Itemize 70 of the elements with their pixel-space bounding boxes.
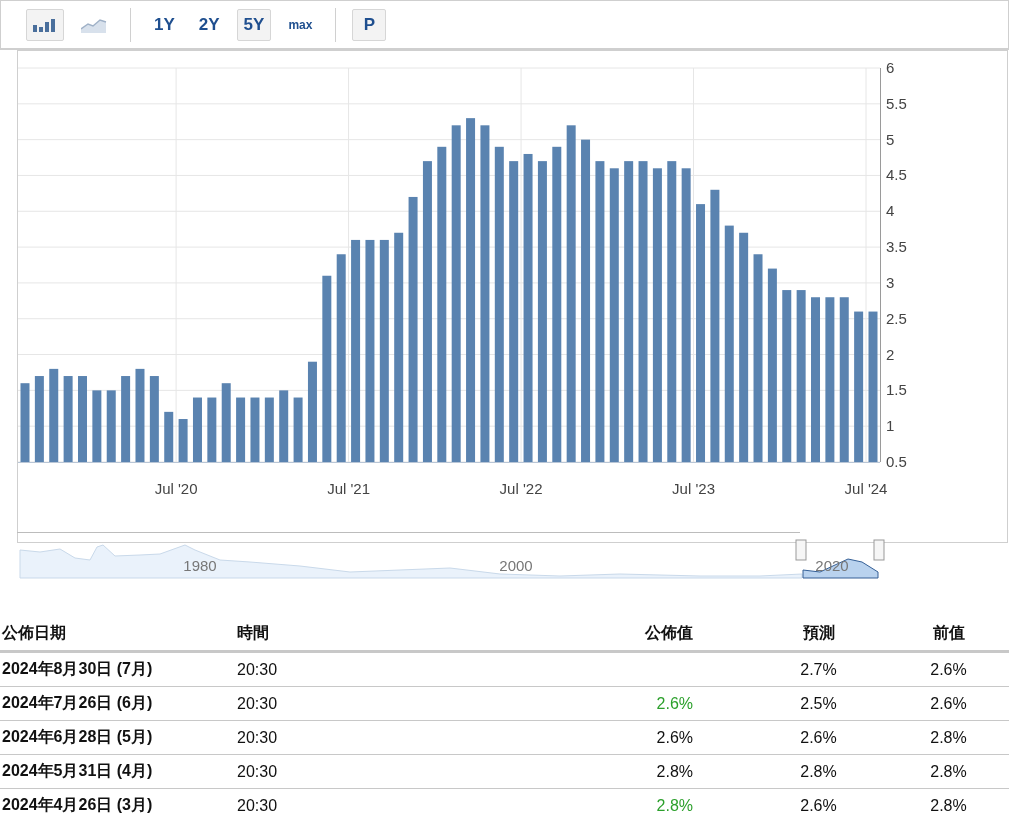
y-axis-label: 1 [886, 417, 895, 435]
chart-bar [279, 390, 289, 462]
chart-bar [250, 397, 260, 462]
chart-bar [207, 397, 217, 462]
chart-bar [264, 397, 274, 462]
navigator-year-label: 2020 [815, 557, 849, 574]
column-header: 公佈日期 [1, 623, 67, 643]
column-header: 前值 [931, 623, 966, 643]
chart-bar [92, 390, 102, 462]
chart-bar [236, 397, 246, 462]
time-cell-text: 20:30 [236, 762, 279, 781]
y-axis-label: 3 [886, 273, 895, 291]
column-header: 時間 [236, 623, 270, 643]
time-cell-text: 20:30 [236, 660, 279, 679]
time-cell-text: 20:30 [236, 694, 279, 713]
forecast-cell-text: 2.6% [799, 796, 838, 815]
y-axis-label: 2.5 [886, 309, 907, 327]
y-axis-label: 6 [886, 59, 895, 76]
date-cell-text: 2024年8月30日 (7月) [1, 659, 154, 679]
forecast-cell-text: 2.6% [799, 728, 838, 747]
navigator-handle[interactable] [873, 539, 885, 561]
previous-cell-text: 2.8% [929, 762, 968, 781]
x-axis-label: Jul '24 [844, 480, 888, 497]
x-axis-label: Jul '23 [672, 480, 715, 497]
y-axis-label: 0.5 [886, 453, 907, 470]
chart-bar [178, 419, 188, 462]
actual-cell-text: 2.8% [655, 796, 694, 815]
chart-bar [293, 397, 303, 462]
period-button[interactable]: 1Y [147, 8, 182, 41]
navigator-year-label: 1980 [183, 557, 217, 574]
y-axis-label: 3.5 [886, 238, 907, 256]
navigator-handle[interactable] [795, 539, 807, 561]
y-axis-label: 5 [886, 130, 895, 148]
y-axis-label: 5.5 [886, 94, 907, 112]
chart-bar [193, 397, 202, 462]
actual-cell-text: 2.6% [655, 694, 694, 713]
column-header: 預測 [801, 623, 836, 643]
navigator-year-label: 2000 [499, 557, 533, 574]
forecast-cell-text: 2.8% [799, 762, 838, 781]
time-cell-text: 20:30 [236, 796, 279, 815]
date-cell-text: 2024年5月31日 (4月) [1, 761, 154, 781]
date-cell-text: 2024年7月26日 (6月) [1, 693, 154, 713]
column-header: 公佈值 [644, 623, 694, 643]
x-axis-label: Jul '21 [327, 480, 370, 497]
y-axis-label: 1.5 [886, 381, 907, 399]
y-axis-label: 2 [886, 345, 895, 363]
x-axis-label: Jul '22 [499, 480, 543, 497]
previous-cell-text: 2.8% [929, 796, 968, 815]
area-chart-icon [81, 16, 107, 33]
date-cell-text: 2024年6月28日 (5月) [1, 727, 154, 747]
time-cell-text: 20:30 [236, 728, 279, 747]
forecast-cell-text: 2.5% [799, 694, 838, 713]
chart-type-button[interactable] [26, 8, 64, 41]
y-axis-label: 4.5 [886, 166, 907, 184]
actual-cell-text: 2.6% [655, 728, 694, 747]
period-button[interactable]: 2Y [191, 8, 227, 41]
forecast-cell-text: 2.7% [799, 660, 838, 679]
date-cell-text: 2024年4月26日 (3月) [1, 795, 154, 815]
chart-bar [106, 390, 116, 462]
print-button[interactable]: P [352, 8, 387, 41]
previous-cell-text: 2.6% [929, 660, 968, 679]
y-axis-label: 4 [886, 202, 895, 220]
period-button[interactable]: max [281, 8, 320, 41]
x-axis-label: Jul '20 [154, 480, 198, 497]
chart-bar [164, 411, 174, 462]
bar-chart-icon [33, 17, 57, 32]
actual-cell-text: 2.8% [655, 762, 694, 781]
previous-cell-text: 2.8% [929, 728, 968, 747]
period-button[interactable]: 5Y [236, 8, 272, 41]
previous-cell-text: 2.6% [929, 694, 968, 713]
